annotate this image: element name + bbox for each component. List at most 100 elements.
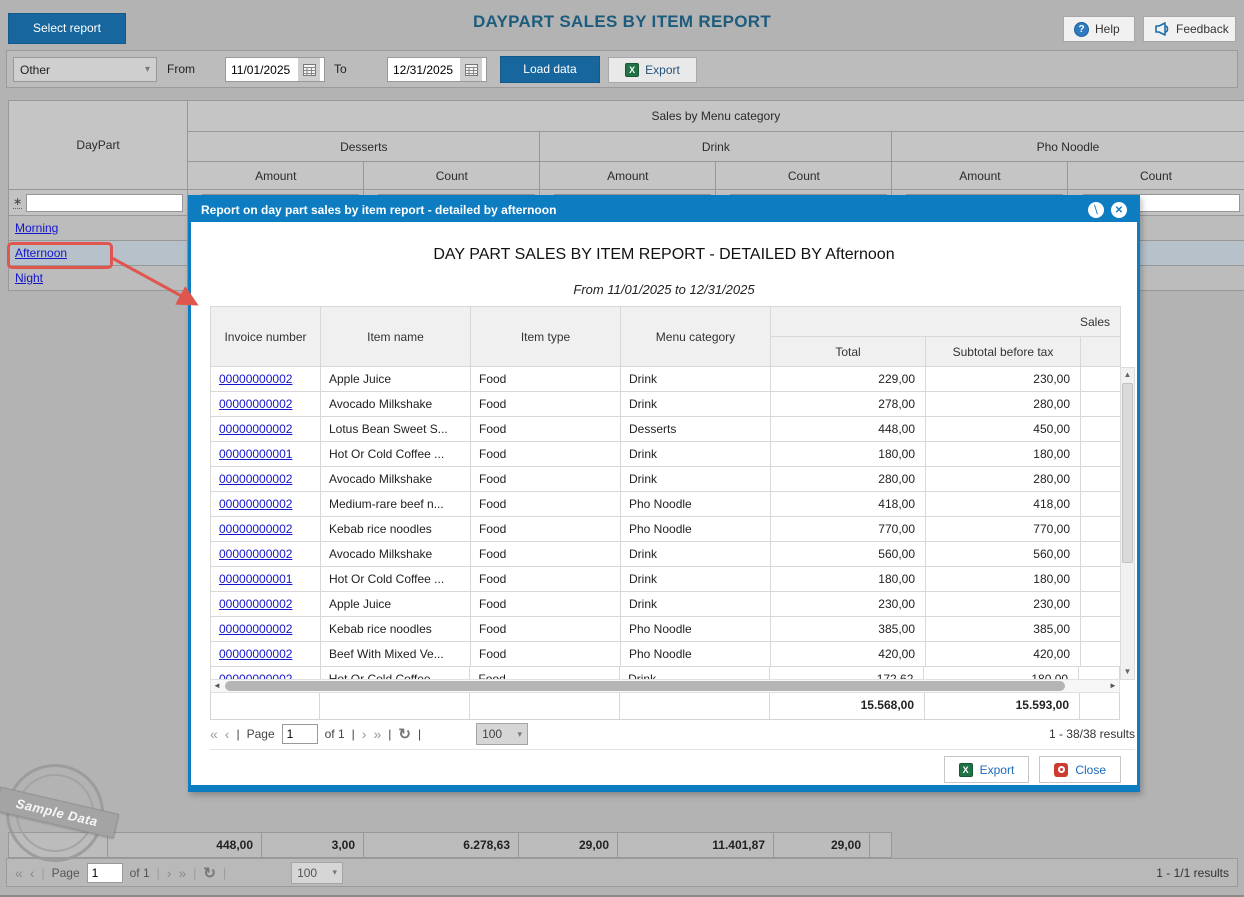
toolbar-export-button[interactable]: X Export xyxy=(608,57,697,83)
invoice-link[interactable]: 00000000002 xyxy=(219,547,292,561)
refresh-icon[interactable]: ↻ xyxy=(398,725,411,743)
menu-category-cell: Drink xyxy=(620,441,771,467)
total-cell: 180,00 xyxy=(770,441,926,467)
table-row: 00000000002 Avocado Milkshake Food Drink… xyxy=(210,541,1122,567)
invoice-link[interactable]: 00000000002 xyxy=(219,497,292,511)
first-page-icon[interactable]: « xyxy=(210,726,218,742)
load-data-button[interactable]: Load data xyxy=(500,56,600,83)
vertical-scroll-thumb[interactable] xyxy=(1122,383,1133,564)
daypart-filter-input[interactable] xyxy=(26,193,184,212)
last-page-icon[interactable]: » xyxy=(373,726,381,742)
page-size-value: 100 xyxy=(297,865,318,880)
feedback-button[interactable]: Feedback xyxy=(1143,16,1236,42)
close-icon[interactable]: ✕ xyxy=(1111,202,1127,218)
invoice-link[interactable]: 00000000001 xyxy=(219,572,292,586)
page-number-input[interactable] xyxy=(86,862,123,883)
spacer-cell xyxy=(1079,391,1122,417)
drink-count-header[interactable]: Count xyxy=(715,161,893,190)
total-header[interactable]: Total xyxy=(770,336,926,367)
page-number-input[interactable] xyxy=(281,724,318,744)
modal-title-bar[interactable]: Report on day part sales by item report … xyxy=(191,198,1137,222)
scroll-right-icon[interactable]: ► xyxy=(1107,680,1119,692)
help-icon: ? xyxy=(1074,21,1089,37)
night-link[interactable]: Night xyxy=(15,271,43,285)
prev-page-icon[interactable]: ‹ xyxy=(225,726,230,742)
item-type-cell: Food xyxy=(470,541,621,567)
page-size-select[interactable]: 100 ▾ xyxy=(476,723,529,745)
item-name-cell: Apple Juice xyxy=(320,591,471,617)
report-type-select[interactable]: Other ▾ xyxy=(13,57,157,82)
pho-count-header[interactable]: Count xyxy=(1067,161,1244,190)
invoice-link[interactable]: 00000000002 xyxy=(219,597,292,611)
pin-window-icon[interactable]: ⧹ xyxy=(1088,202,1104,218)
horizontal-scroll-thumb[interactable] xyxy=(225,681,1065,691)
detail-table-wrap: Invoice number Item name Item type Menu … xyxy=(210,306,1135,720)
calendar-icon[interactable] xyxy=(298,58,320,81)
help-button-label: Help xyxy=(1095,22,1120,36)
invoice-link[interactable]: 00000000002 xyxy=(219,522,292,536)
close-o-icon xyxy=(1054,762,1069,777)
item-name-cell: Lotus Bean Sweet S... xyxy=(320,416,471,442)
prev-page-icon[interactable]: ‹ xyxy=(30,866,35,880)
spacer-cell xyxy=(1079,491,1122,517)
drink-amount-header[interactable]: Amount xyxy=(539,161,717,190)
from-date-input[interactable] xyxy=(226,62,298,77)
desserts-amount-header[interactable]: Amount xyxy=(187,161,365,190)
feedback-button-label: Feedback xyxy=(1176,22,1229,36)
toolbar-export-label: Export xyxy=(645,63,680,77)
page-size-select[interactable]: 100 ▾ xyxy=(291,861,344,884)
spacer-cell xyxy=(1079,641,1122,667)
refresh-icon[interactable]: ↻ xyxy=(203,864,216,882)
invoice-link[interactable]: 00000000002 xyxy=(219,472,292,486)
table-row: 00000000002 Avocado Milkshake Food Drink… xyxy=(210,391,1122,417)
chevron-down-icon: ▾ xyxy=(332,867,338,877)
menu-category-cell: Drink xyxy=(620,366,771,392)
text-filter-operator-icon[interactable]: ∗ xyxy=(13,196,23,209)
calendar-icon[interactable] xyxy=(460,58,482,81)
modal-close-button[interactable]: Close xyxy=(1039,756,1121,783)
subtotal-cell: 420,00 xyxy=(925,641,1081,667)
item-name-cell: Kebab rice noodles xyxy=(320,616,471,642)
to-date-field[interactable] xyxy=(387,57,487,82)
help-button[interactable]: ? Help xyxy=(1063,16,1135,42)
invoice-link[interactable]: 00000000002 xyxy=(219,622,292,636)
to-label: To xyxy=(334,62,347,76)
drink-count-total: 29,00 xyxy=(519,832,618,858)
vertical-scrollbar[interactable]: ▲ ▼ xyxy=(1120,367,1135,680)
morning-link[interactable]: Morning xyxy=(15,221,58,235)
grand-total: 15.568,00 xyxy=(770,693,925,719)
subtotal-cell: 450,00 xyxy=(925,416,1081,442)
invoice-link[interactable]: 00000000001 xyxy=(219,447,292,461)
next-page-icon[interactable]: › xyxy=(167,866,172,880)
from-date-field[interactable] xyxy=(225,57,325,82)
table-row: 00000000002 Avocado Milkshake Food Drink… xyxy=(210,466,1122,492)
table-row: 00000000002 Lotus Bean Sweet S... Food D… xyxy=(210,416,1122,442)
detail-report-modal: Report on day part sales by item report … xyxy=(188,195,1140,792)
first-page-icon[interactable]: « xyxy=(15,866,23,880)
modal-export-button[interactable]: X Export xyxy=(943,756,1030,783)
invoice-link[interactable]: 00000000002 xyxy=(219,397,292,411)
invoice-number-header[interactable]: Invoice number xyxy=(210,306,321,367)
item-type-header[interactable]: Item type xyxy=(470,306,621,367)
scroll-left-icon[interactable]: ◄ xyxy=(211,680,223,692)
item-name-header[interactable]: Item name xyxy=(320,306,471,367)
to-date-input[interactable] xyxy=(388,62,460,77)
invoice-link[interactable]: 00000000002 xyxy=(219,422,292,436)
pho-amount-header[interactable]: Amount xyxy=(891,161,1069,190)
menu-category-cell: Pho Noodle xyxy=(620,616,771,642)
desserts-count-header[interactable]: Count xyxy=(363,161,541,190)
daypart-column-header[interactable]: DayPart xyxy=(7,100,189,190)
top-bar: Select report DAYPART SALES BY ITEM REPO… xyxy=(0,0,1244,46)
subtotal-before-tax-header[interactable]: Subtotal before tax xyxy=(925,336,1081,367)
menu-category-header[interactable]: Menu category xyxy=(620,306,771,367)
scroll-up-icon[interactable]: ▲ xyxy=(1121,368,1134,382)
invoice-link[interactable]: 00000000002 xyxy=(219,372,292,386)
horizontal-scrollbar[interactable]: ◄ ► xyxy=(210,679,1120,693)
invoice-link[interactable]: 00000000002 xyxy=(219,647,292,661)
main-pager: « ‹ | Page of 1 | › » | ↻ | 100 ▾ xyxy=(15,861,344,884)
next-page-icon[interactable]: › xyxy=(362,726,367,742)
last-page-icon[interactable]: » xyxy=(178,866,186,880)
afternoon-link[interactable]: Afternoon xyxy=(15,246,67,260)
report-type-value: Other xyxy=(20,62,51,77)
scroll-down-icon[interactable]: ▼ xyxy=(1121,665,1134,679)
